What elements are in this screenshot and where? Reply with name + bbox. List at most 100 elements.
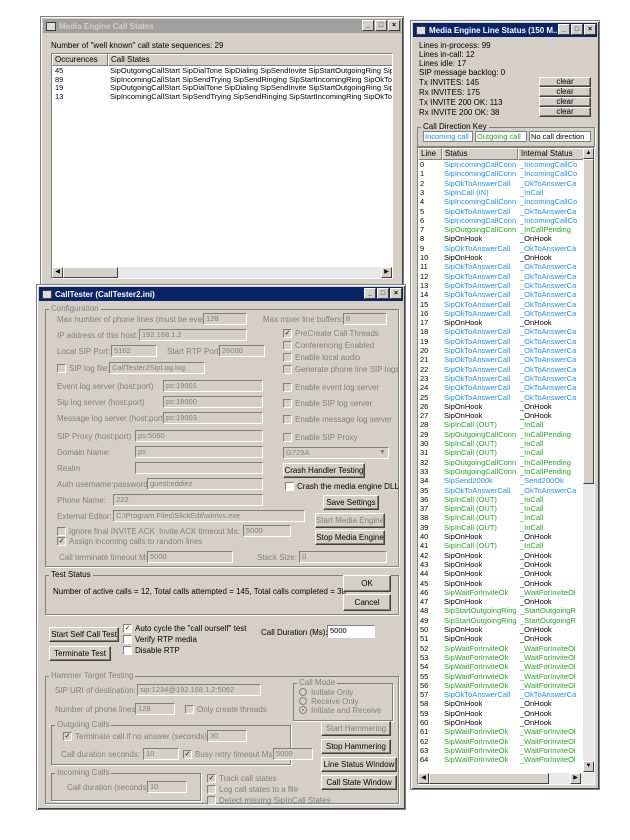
clear-button[interactable]: clear xyxy=(539,87,591,97)
crash-dll-checkbox[interactable] xyxy=(285,482,294,491)
crash-handler-button[interactable]: Crash Handler Testing xyxy=(283,463,365,478)
list-item[interactable]: 55 SipWaitForInviteOk _WaitForInviteOl xyxy=(418,673,584,682)
list-item[interactable]: 60 SipOnHook _OnHook xyxy=(418,719,584,728)
event-log-field[interactable]: ps:19001 xyxy=(163,380,263,392)
close-icon[interactable]: × xyxy=(584,24,596,35)
list-item[interactable]: 54 SipWaitForInviteOk _WaitForInviteOl xyxy=(418,663,584,672)
verify-rtp-checkbox[interactable] xyxy=(123,635,132,644)
col-header-internal-status[interactable]: Internal Status xyxy=(518,148,584,160)
maximize-icon[interactable]: □ xyxy=(375,20,387,31)
list-item[interactable]: 56 SipWaitForInviteOk _WaitForInviteOl xyxy=(418,682,584,691)
busy-retry-field[interactable]: 5000 xyxy=(273,748,313,760)
minimize-icon[interactable]: _ xyxy=(364,288,376,299)
sip-log-server-checkbox[interactable] xyxy=(283,399,292,408)
assign-random-checkbox[interactable]: ✓ xyxy=(57,537,66,546)
scroll-right-icon[interactable]: ▶ xyxy=(381,267,392,278)
list-item[interactable]: 41 SipInCall (OUT) _InCall xyxy=(418,542,584,551)
list-item[interactable]: 11 SipOkToAnswerCall _OkToAnswerCa xyxy=(418,263,584,272)
list-item[interactable]: 4 SipIncomingCallConn _IncomingCallCo xyxy=(418,198,584,207)
editor-field[interactable]: C:\Program Files\SlickEdit\win\vs.exe xyxy=(113,510,305,522)
list-item[interactable]: 29 SipOutgoingCallConn _InCallPending xyxy=(418,431,584,440)
stop-hammering-button[interactable]: Stop Hammering xyxy=(321,739,391,754)
list-item[interactable]: 57 SipOkToAnswerCall _OkToAnswerCa xyxy=(418,691,584,700)
initiate-and-receive-radio[interactable] xyxy=(299,706,307,714)
list-item[interactable]: 47 SipOnHook _OnHook xyxy=(418,598,584,607)
list-item[interactable]: 62 SipWaitForInviteOk _WaitForInviteOl xyxy=(418,738,584,747)
list-item[interactable]: 31 SipInCall (OUT) _InCall xyxy=(418,449,584,458)
col-header-line[interactable]: Line xyxy=(418,148,442,160)
scroll-right-icon[interactable]: ▶ xyxy=(570,773,581,784)
list-item[interactable]: 49 SipStartOutgoingRing _StartOutgoingR xyxy=(418,617,584,626)
proxy-field[interactable]: ps:5060 xyxy=(135,430,263,442)
message-log-checkbox[interactable] xyxy=(283,415,292,424)
horizontal-scrollbar[interactable]: ◀ ▶ xyxy=(52,267,392,278)
receive-only-radio[interactable] xyxy=(299,697,307,705)
chevron-down-icon[interactable]: ▼ xyxy=(379,449,386,456)
scroll-left-icon[interactable]: ◀ xyxy=(418,773,429,784)
clear-button[interactable]: clear xyxy=(539,107,591,117)
list-item[interactable]: 23 SipOkToAnswerCall _OkToAnswerCa xyxy=(418,375,584,384)
stop-media-engine-button[interactable]: Stop Media Engine xyxy=(315,530,385,545)
list-item[interactable]: 45 SipOnHook _OnHook xyxy=(418,580,584,589)
horizontal-scrollbar[interactable]: ◀ ▶ xyxy=(418,773,594,784)
list-item[interactable]: 51 SipOnHook _OnHook xyxy=(418,635,584,644)
list-item[interactable]: 63 SipWaitForInviteOk _WaitForInviteOl xyxy=(418,747,584,756)
save-settings-button[interactable]: Save Settings xyxy=(323,495,379,510)
list-item[interactable]: 27 SipOnHook _OnHook xyxy=(418,412,584,421)
list-item[interactable]: 2 SipOkToAnswerCall _OkToAnswerCa xyxy=(418,180,584,189)
cancel-button[interactable]: Cancel xyxy=(343,594,391,611)
list-item[interactable]: 34 SipSend2000k _Send200Ok xyxy=(418,477,584,486)
auto-cycle-checkbox[interactable]: ✓ xyxy=(123,624,132,633)
max-lines-field[interactable]: 128 xyxy=(203,313,247,325)
incoming-duration-field[interactable]: 10 xyxy=(147,781,187,793)
list-item[interactable]: 14 SipOkToAnswerCall _OkToAnswerCa xyxy=(418,291,584,300)
busy-retry-checkbox[interactable]: ✓ xyxy=(183,750,192,759)
close-icon[interactable]: × xyxy=(390,288,402,299)
terminate-no-answer-checkbox[interactable]: ✓ xyxy=(63,732,72,741)
list-item[interactable]: 12 SipOkToAnswerCall _OkToAnswerCa xyxy=(418,273,584,282)
list-item[interactable]: 9 SipOkToAnswerCall _OkToAnswerCa xyxy=(418,245,584,254)
call-duration-seconds-field[interactable]: 10 xyxy=(143,748,179,760)
line-status-list[interactable]: Line Status Internal Status 0 SipIncoming… xyxy=(417,147,595,785)
list-item[interactable]: 42 SipOnHook _OnHook xyxy=(418,552,584,561)
call-state-window-button[interactable]: Call State Window xyxy=(321,775,397,790)
stack-size-field[interactable]: 0 xyxy=(299,551,387,563)
list-item[interactable]: 40 SipOnHook _OnHook xyxy=(418,533,584,542)
log-states-checkbox[interactable] xyxy=(207,785,216,794)
start-media-engine-button[interactable]: Start Media Engine xyxy=(315,513,385,528)
sip-log-checkbox[interactable] xyxy=(57,364,66,373)
list-item[interactable]: 1 SipIncomingCallConn _IncomingCallCo xyxy=(418,170,584,179)
list-item[interactable]: 50 SipOnHook _OnHook xyxy=(418,626,584,635)
list-item[interactable]: 22 SipOkToAnswerCall _OkToAnswerCa xyxy=(418,366,584,375)
list-item[interactable]: 35 SipOkToAnswerCall _OkToAnswerCa xyxy=(418,487,584,496)
terminate-test-button[interactable]: Terminate Test xyxy=(49,646,111,661)
list-item[interactable]: 0 SipIncomingCallConn _IncomingCallCo xyxy=(418,161,584,170)
list-item[interactable]: 26 SipOnHook _OnHook xyxy=(418,403,584,412)
list-item[interactable]: 16 SipOkToAnswerCall _OkToAnswerCa xyxy=(418,310,584,319)
hammer-lines-field[interactable]: 128 xyxy=(135,703,175,715)
scroll-left-icon[interactable]: ◀ xyxy=(52,267,63,278)
scroll-down-icon[interactable]: ▼ xyxy=(583,761,594,772)
list-item[interactable]: 15 SipOkToAnswerCall _OkToAnswerCa xyxy=(418,301,584,310)
line-status-window-button[interactable]: Line Status Window xyxy=(321,757,397,772)
list-item[interactable]: 37 SipInCall (OUT) _InCall xyxy=(418,505,584,514)
ack-timeout-field[interactable]: 5000 xyxy=(243,525,291,537)
scroll-thumb[interactable] xyxy=(583,159,594,484)
minimize-icon[interactable]: _ xyxy=(362,20,374,31)
call-duration-field[interactable]: 5000 xyxy=(327,625,375,638)
list-item[interactable]: 38 SipInCall (OUT) _InCall xyxy=(418,514,584,523)
list-item[interactable]: 20 SipOkToAnswerCall _OkToAnswerCa xyxy=(418,347,584,356)
list-item[interactable]: 39 SipInCall (OUT) _InCall xyxy=(418,524,584,533)
event-log-checkbox[interactable] xyxy=(283,383,292,392)
auth-field[interactable]: guest:eddiez xyxy=(147,478,263,490)
list-item[interactable]: 33 SipOutgoingCallConn _InCallPending xyxy=(418,468,584,477)
ignore-ack-checkbox[interactable] xyxy=(57,527,66,536)
list-item[interactable]: 18 SipOkToAnswerCall _OkToAnswerCa xyxy=(418,328,584,337)
list-item[interactable]: 17 SipOnHook _OnHook xyxy=(418,319,584,328)
call-states-list[interactable]: Occurences Call States 45 SipOutgoingCall… xyxy=(51,53,393,279)
call-states-titlebar[interactable]: Media Engine Call States xyxy=(43,19,401,33)
rtp-port-field[interactable]: 26000 xyxy=(219,345,265,357)
phone-name-field[interactable]: 222 xyxy=(113,494,263,506)
col-header-occurences[interactable]: Occurences xyxy=(52,54,108,66)
scroll-thumb[interactable] xyxy=(429,773,549,784)
